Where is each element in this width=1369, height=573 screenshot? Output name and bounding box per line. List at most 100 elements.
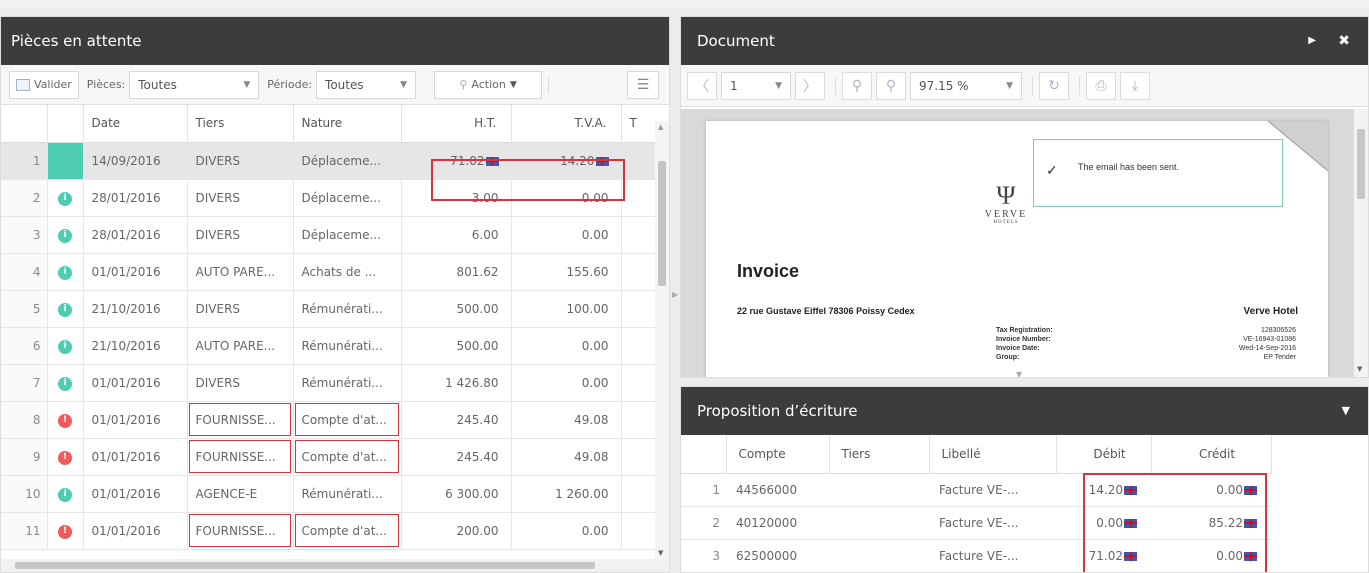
- document-panel-header: Document ▶ ✖: [681, 17, 1368, 65]
- document-viewer[interactable]: ✓ The email has been sent. Ψ VERVE HOTEL…: [681, 109, 1368, 377]
- invoice-field-row: Invoice Date: Wed-14-Sep-2016: [996, 344, 1296, 353]
- zoom-out-button[interactable]: ⚲: [842, 71, 872, 100]
- expand-icon[interactable]: ▶: [1308, 17, 1316, 65]
- info-icon[interactable]: i: [57, 227, 73, 244]
- warning-icon[interactable]: !: [57, 449, 73, 466]
- table-row[interactable]: 4 i 01/01/2016 AUTO PARE... Achats de ... 801…: [1, 253, 669, 291]
- date-cell: 01/01/2016: [83, 475, 188, 513]
- nature-cell[interactable]: Achats de ...: [293, 253, 402, 291]
- table-row[interactable]: 9! 01/01/2016 FOURNISSE... Compte d'at... 24…: [1, 438, 669, 476]
- tiers-cell[interactable]: FOURNISSE...: [187, 401, 294, 439]
- scroll-up-icon[interactable]: ▲: [658, 123, 663, 131]
- tiers-cell[interactable]: FOURNISSE...: [187, 512, 294, 550]
- document-scrollbar[interactable]: ▼: [1354, 109, 1368, 377]
- tiers-cell[interactable]: FOURNISSE...: [187, 438, 294, 476]
- tiers-cell[interactable]: [829, 506, 929, 540]
- table-row[interactable]: 8! 01/01/2016 FOURNISSE... Compte d'at... 24…: [1, 401, 669, 439]
- scrollbar-thumb[interactable]: [15, 562, 595, 569]
- vertical-scrollbar[interactable]: ▲ ▼: [655, 121, 669, 561]
- info-icon[interactable]: i: [57, 190, 73, 207]
- info-icon[interactable]: i: [57, 264, 73, 281]
- nature-cell[interactable]: Déplaceme...: [293, 142, 402, 180]
- tiers-cell[interactable]: DIVERS: [187, 364, 294, 402]
- validate-button[interactable]: Valider: [9, 70, 79, 99]
- horizontal-scrollbar[interactable]: [1, 559, 669, 572]
- column-header[interactable]: [1, 105, 48, 143]
- column-header-debit[interactable]: Débit: [1056, 435, 1152, 474]
- pieces-select[interactable]: Toutes ▼: [129, 70, 260, 99]
- nature-cell[interactable]: Déplaceme...: [293, 216, 402, 254]
- page-select[interactable]: 1 ▼: [721, 71, 791, 100]
- table-row[interactable]: 2 i 28/01/2016 DIVERS Déplaceme... 3.00 0.00: [1, 179, 669, 217]
- tiers-cell[interactable]: [829, 539, 929, 572]
- column-header[interactable]: [47, 105, 84, 143]
- periode-select[interactable]: Toutes ▼: [316, 70, 417, 99]
- scroll-down-icon[interactable]: ▼: [1357, 365, 1362, 373]
- action-button[interactable]: ⚲ Action ▼: [434, 70, 543, 99]
- compte-cell[interactable]: 40120000: [726, 506, 829, 540]
- scroll-down-icon[interactable]: ▼: [658, 549, 663, 557]
- nature-cell[interactable]: Rémunérati...: [293, 327, 402, 365]
- table-row[interactable]: 5 i 21/10/2016 DIVERS Rémunérati... 500.00 100…: [1, 290, 669, 328]
- print-button[interactable]: ⎙: [1086, 71, 1116, 100]
- menu-button[interactable]: ☰: [627, 70, 659, 99]
- previous-page-button[interactable]: 〈: [687, 71, 717, 100]
- info-icon[interactable]: i: [57, 486, 73, 503]
- nature-cell[interactable]: Compte d'at...: [293, 438, 402, 476]
- compte-cell[interactable]: 62500000: [726, 539, 829, 572]
- chevron-down-icon: ▼: [1006, 80, 1013, 91]
- compte-cell[interactable]: 44566000: [726, 473, 829, 507]
- table-row[interactable]: 11! 01/01/2016 FOURNISSE... Compte d'at... 2…: [1, 512, 669, 550]
- nature-cell[interactable]: Compte d'at...: [293, 512, 402, 550]
- zoom-select[interactable]: 97.15 % ▼: [910, 71, 1022, 100]
- rotate-button[interactable]: ↻: [1039, 71, 1069, 100]
- tiers-cell[interactable]: DIVERS: [187, 216, 294, 254]
- zoom-in-button[interactable]: ⚲: [876, 71, 906, 100]
- nature-cell[interactable]: Rémunérati...: [293, 290, 402, 328]
- column-header-date[interactable]: Date: [83, 105, 188, 143]
- tiers-cell[interactable]: DIVERS: [187, 142, 294, 180]
- nature-cell[interactable]: Compte d'at...: [293, 401, 402, 439]
- status-cell: i: [47, 253, 84, 291]
- table-row[interactable]: 3 i 28/01/2016 DIVERS Déplaceme... 6.00 0.00: [1, 216, 669, 254]
- warning-icon[interactable]: !: [57, 523, 73, 540]
- column-header-nature[interactable]: Nature: [293, 105, 402, 143]
- column-header-ht[interactable]: H.T.: [401, 105, 512, 143]
- column-header-compte[interactable]: Compte: [726, 435, 830, 474]
- table-row[interactable]: 1 14/09/2016 DIVERS Déplaceme... 71.02 14.20: [1, 142, 669, 180]
- tiers-cell[interactable]: DIVERS: [187, 290, 294, 328]
- libelle-cell[interactable]: Facture VE-...: [929, 539, 1056, 572]
- close-icon[interactable]: ✖: [1338, 17, 1350, 65]
- table-row[interactable]: 7 i 01/01/2016 DIVERS Rémunérati... 1 426.80 0…: [1, 364, 669, 402]
- table-row[interactable]: 6 i 21/10/2016 AUTO PARE... Rémunérati... 500…: [1, 327, 669, 365]
- tva-cell: 14.20: [511, 142, 622, 180]
- table-row[interactable]: 10 i 01/01/2016 AGENCE-E Rémunérati... 6 300.…: [1, 475, 669, 513]
- nature-cell[interactable]: Déplaceme...: [293, 179, 402, 217]
- scrollbar-thumb[interactable]: [658, 161, 666, 286]
- tiers-cell[interactable]: DIVERS: [187, 179, 294, 217]
- tiers-cell[interactable]: AUTO PARE...: [187, 327, 294, 365]
- column-header-libelle[interactable]: Libellé: [929, 435, 1057, 474]
- collapse-icon[interactable]: ▼: [1342, 387, 1350, 435]
- next-page-button[interactable]: 〉: [795, 71, 825, 100]
- column-header-tva[interactable]: T.V.A.: [511, 105, 622, 143]
- column-header[interactable]: [681, 435, 727, 474]
- info-icon[interactable]: i: [57, 375, 73, 392]
- scrollbar-thumb[interactable]: [1357, 129, 1365, 199]
- tiers-cell[interactable]: AUTO PARE...: [187, 253, 294, 291]
- download-button[interactable]: ⤓: [1120, 71, 1150, 100]
- libelle-cell[interactable]: Facture VE-...: [929, 506, 1056, 540]
- info-icon[interactable]: i: [57, 338, 73, 355]
- column-header-credit[interactable]: Crédit: [1151, 435, 1272, 474]
- info-icon[interactable]: i: [57, 301, 73, 318]
- libelle-cell[interactable]: Facture VE-...: [929, 473, 1056, 507]
- warning-icon[interactable]: !: [57, 412, 73, 429]
- column-header-tiers[interactable]: Tiers: [187, 105, 294, 143]
- splitter-handle[interactable]: ▶: [672, 290, 678, 299]
- tiers-cell[interactable]: AGENCE-E: [187, 475, 294, 513]
- tiers-cell[interactable]: [829, 473, 929, 507]
- nature-cell[interactable]: Rémunérati...: [293, 364, 402, 402]
- column-header-tiers[interactable]: Tiers: [829, 435, 930, 474]
- nature-cell[interactable]: Rémunérati...: [293, 475, 402, 513]
- tva-value: 0.00: [581, 190, 609, 205]
